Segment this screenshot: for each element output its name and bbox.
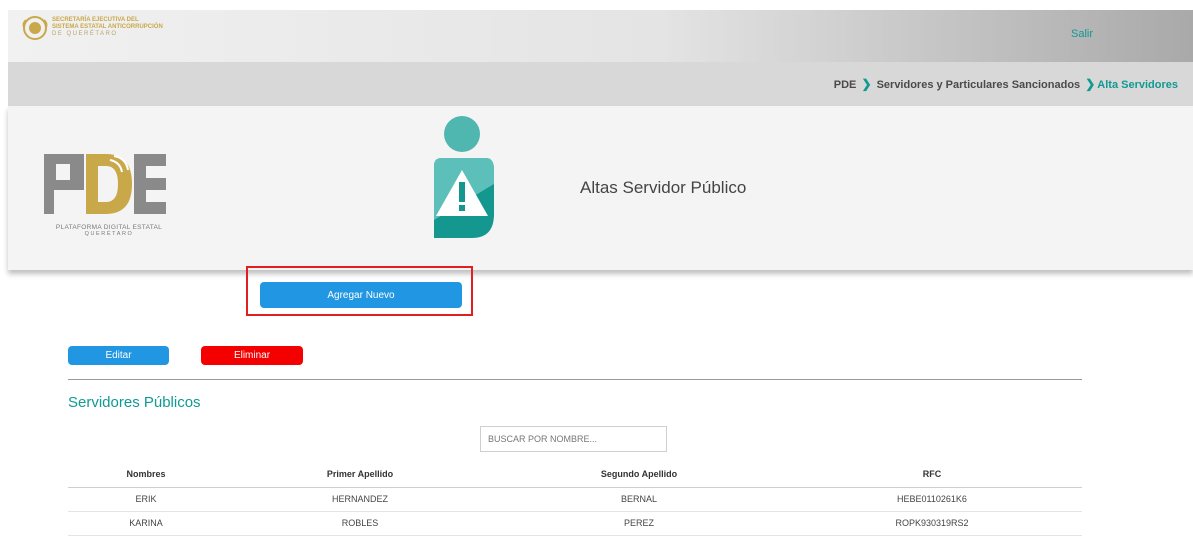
breadcrumb-item-sancionados[interactable]: Servidores y Particulares Sancionados — [877, 79, 1081, 91]
breadcrumb: PDE ❯ Servidores y Particulares Sanciona… — [834, 77, 1178, 91]
table-row[interactable]: ERIK HERNANDEZ BERNAL HEBE0110261K6 — [68, 487, 1082, 512]
pde-caption-line: QUERÉTARO — [84, 231, 134, 237]
table-cell: ROPK930319RS2 — [782, 511, 1082, 536]
table-cell: HEBE0110261K6 — [782, 487, 1082, 512]
column-header-nombres[interactable]: Nombres — [68, 462, 224, 488]
table-cell: HERNANDEZ — [224, 487, 496, 512]
table-cell: BERNAL — [496, 487, 782, 512]
chevron-right-icon: ❯ — [1085, 77, 1096, 91]
edit-button[interactable]: Editar — [68, 346, 169, 365]
breadcrumb-bar: PDE ❯ Servidores y Particulares Sanciona… — [8, 62, 1193, 106]
table-cell: KARINA — [68, 511, 224, 536]
brand-line: DE QUERÉTARO — [52, 31, 118, 37]
table-cell: PEREZ — [496, 511, 782, 536]
table-header-row: Nombres Primer Apellido Segundo Apellido… — [68, 462, 1082, 488]
section-title: Servidores Públicos — [68, 394, 201, 411]
pde-logo-caption: PLATAFORMA DIGITAL ESTATAL QUERÉTARO — [44, 224, 174, 237]
logout-link[interactable]: Salir — [1071, 28, 1093, 40]
pde-caption-line: PLATAFORMA DIGITAL ESTATAL — [55, 224, 163, 231]
breadcrumb-item-current: Alta Servidores — [1097, 79, 1178, 91]
column-header-segundo-apellido[interactable]: Segundo Apellido — [496, 462, 782, 488]
breadcrumb-item-pde[interactable]: PDE — [834, 79, 857, 91]
table-cell: ERIK — [68, 487, 224, 512]
sesea-seal-logo — [22, 16, 48, 40]
search-input[interactable] — [480, 426, 667, 452]
column-header-rfc[interactable]: RFC — [782, 462, 1082, 488]
top-header: SECRETARÍA EJECUTIVA DEL SISTEMA ESTATAL… — [8, 10, 1193, 62]
hero-panel: PLATAFORMA DIGITAL ESTATAL QUERÉTARO Alt… — [8, 106, 1193, 270]
table-row[interactable]: KARINA ROBLES PEREZ ROPK930319RS2 — [68, 511, 1082, 536]
delete-button[interactable]: Eliminar — [201, 346, 303, 365]
section-divider — [68, 379, 1082, 380]
user-warning-icon — [434, 116, 494, 238]
add-new-button[interactable]: Agregar Nuevo — [260, 282, 462, 308]
brand-line: SISTEMA ESTATAL ANTICORRUPCIÓN — [52, 24, 163, 30]
brand-text: SECRETARÍA EJECUTIVA DEL SISTEMA ESTATAL… — [52, 17, 163, 38]
table-cell: ROBLES — [224, 511, 496, 536]
chevron-right-icon: ❯ — [861, 77, 872, 91]
servers-table: Nombres Primer Apellido Segundo Apellido… — [68, 462, 1082, 536]
page-title: Altas Servidor Público — [580, 178, 747, 197]
brand-line: SECRETARÍA EJECUTIVA DEL — [52, 17, 139, 23]
column-header-primer-apellido[interactable]: Primer Apellido — [224, 462, 496, 488]
